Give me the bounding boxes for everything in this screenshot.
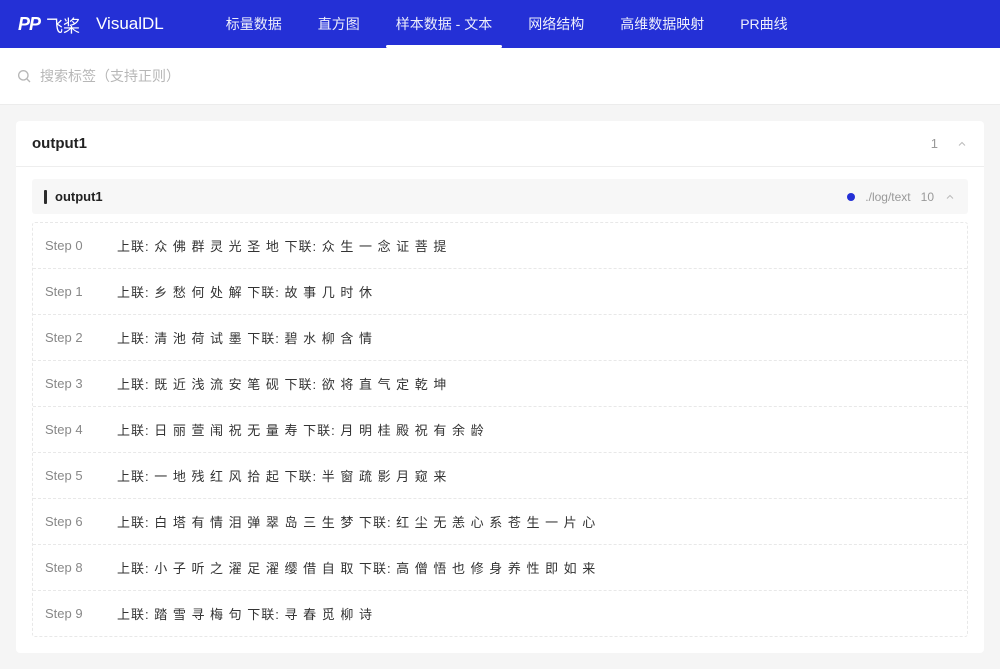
nav-tab[interactable]: 高维数据映射: [602, 0, 722, 48]
run-dot-icon: [847, 193, 855, 201]
search-icon: [16, 68, 32, 84]
tag-name: output1: [55, 189, 103, 204]
step-label: Step 2: [45, 330, 97, 345]
chevron-up-icon[interactable]: [944, 191, 956, 203]
panel-header[interactable]: output1 1: [16, 121, 984, 167]
step-label: Step 9: [45, 606, 97, 621]
step-label: Step 6: [45, 514, 97, 529]
logo: PP 飞桨 VisualDL: [18, 12, 164, 37]
run-count: 10: [921, 190, 934, 204]
tag-tick-icon: [44, 190, 47, 204]
step-label: Step 4: [45, 422, 97, 437]
output-panel: output1 1 output1 ./log/text 10 Step 0上联: [16, 121, 984, 653]
step-label: Step 3: [45, 376, 97, 391]
panel-container: output1 1 output1 ./log/text 10 Step 0上联: [0, 105, 1000, 669]
step-text: 上联: 众 佛 群 灵 光 圣 地 下联: 众 生 一 念 证 菩 提: [117, 236, 447, 255]
step-label: Step 1: [45, 284, 97, 299]
step-text: 上联: 白 塔 有 情 泪 弹 翠 岛 三 生 梦 下联: 红 尘 无 恙 心 …: [117, 512, 596, 531]
tag-header[interactable]: output1 ./log/text 10: [32, 179, 968, 214]
steps-list: Step 0 上联: 众 佛 群 灵 光 圣 地 下联: 众 生 一 念 证 菩 …: [32, 222, 968, 637]
step-text: 上联: 一 地 残 红 风 拾 起 下联: 半 窗 疏 影 月 窥 来: [117, 466, 447, 485]
nav-tab[interactable]: 直方图: [300, 0, 378, 48]
step-text: 上联: 小 子 听 之 濯 足 濯 缨 借 自 取 下联: 高 僧 悟 也 修 …: [117, 558, 596, 577]
step-text: 上联: 清 池 荷 试 墨 下联: 碧 水 柳 含 情: [117, 328, 373, 347]
panel-count: 1: [931, 136, 938, 151]
search-input[interactable]: [40, 68, 984, 84]
panel-body: output1 ./log/text 10 Step 0 上联: 众 佛 群 灵 …: [16, 167, 984, 653]
tag-run-info: ./log/text 10: [847, 190, 956, 204]
step-row: Step 2 上联: 清 池 荷 试 墨 下联: 碧 水 柳 含 情: [33, 315, 967, 361]
step-row: Step 6 上联: 白 塔 有 情 泪 弹 翠 岛 三 生 梦 下联: 红 尘 …: [33, 499, 967, 545]
logo-mark: PP: [18, 14, 40, 35]
logo-text-cn: 飞桨: [46, 12, 80, 37]
search-bar-wrapper: [0, 48, 1000, 105]
run-path: ./log/text: [865, 190, 910, 204]
step-text: 上联: 乡 愁 何 处 解 下联: 故 事 几 时 休: [117, 282, 373, 301]
main-nav: 标量数据直方图样本数据 - 文本网络结构高维数据映射PR曲线: [208, 0, 806, 48]
step-row: Step 4 上联: 日 丽 萱 闱 祝 无 量 寿 下联: 月 明 桂 殿 祝 …: [33, 407, 967, 453]
nav-tab[interactable]: 网络结构: [510, 0, 602, 48]
step-row: Step 9 上联: 踏 雪 寻 梅 句 下联: 寻 春 觅 柳 诗: [33, 591, 967, 636]
step-label: Step 8: [45, 560, 97, 575]
app-header: PP 飞桨 VisualDL 标量数据直方图样本数据 - 文本网络结构高维数据映…: [0, 0, 1000, 48]
step-row: Step 8 上联: 小 子 听 之 濯 足 濯 缨 借 自 取 下联: 高 僧 …: [33, 545, 967, 591]
step-row: Step 1 上联: 乡 愁 何 处 解 下联: 故 事 几 时 休: [33, 269, 967, 315]
step-row: Step 3 上联: 既 近 浅 流 安 笔 砚 下联: 欲 将 直 气 定 乾 …: [33, 361, 967, 407]
step-text: 上联: 既 近 浅 流 安 笔 砚 下联: 欲 将 直 气 定 乾 坤: [117, 374, 447, 393]
app-name: VisualDL: [96, 14, 164, 34]
step-label: Step 5: [45, 468, 97, 483]
nav-tab[interactable]: PR曲线: [722, 0, 805, 48]
search-bar: [16, 60, 984, 92]
step-text: 上联: 日 丽 萱 闱 祝 无 量 寿 下联: 月 明 桂 殿 祝 有 余 龄: [117, 420, 485, 439]
step-label: Step 0: [45, 238, 97, 253]
chevron-up-icon[interactable]: [956, 138, 968, 150]
nav-tab[interactable]: 标量数据: [208, 0, 300, 48]
step-text: 上联: 踏 雪 寻 梅 句 下联: 寻 春 觅 柳 诗: [117, 604, 373, 623]
nav-tab[interactable]: 样本数据 - 文本: [378, 0, 510, 48]
panel-title: output1: [32, 135, 87, 152]
step-row: Step 0 上联: 众 佛 群 灵 光 圣 地 下联: 众 生 一 念 证 菩 …: [33, 223, 967, 269]
step-row: Step 5 上联: 一 地 残 红 风 拾 起 下联: 半 窗 疏 影 月 窥 …: [33, 453, 967, 499]
